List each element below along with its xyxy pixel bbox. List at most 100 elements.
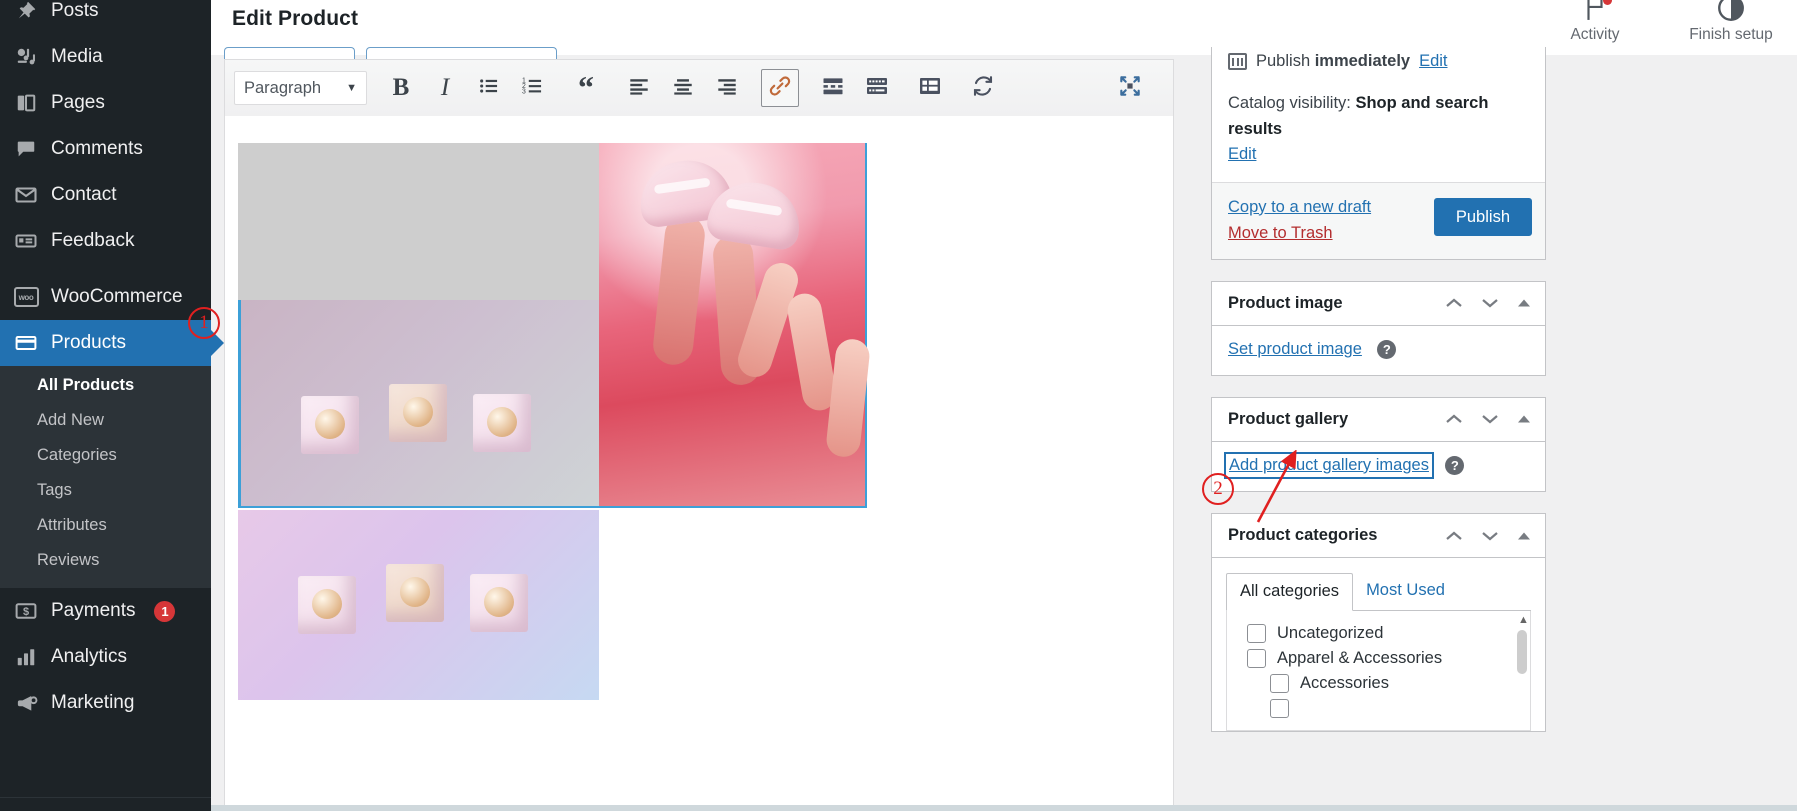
- sidebar-item-all-products[interactable]: All Products: [0, 368, 211, 403]
- sidebar-item-label: Analytics: [51, 646, 128, 667]
- move-down-icon[interactable]: [1480, 529, 1500, 543]
- category-checkbox[interactable]: [1247, 649, 1266, 669]
- sidebar-item-add-new[interactable]: Add New: [0, 403, 211, 438]
- sidebar-item-tags[interactable]: Tags: [0, 473, 211, 508]
- tab-most-used[interactable]: Most Used: [1353, 573, 1458, 611]
- toolbar-toggle-icon: [918, 75, 942, 102]
- category-checkbox[interactable]: [1247, 624, 1266, 644]
- analytics-icon: [13, 644, 39, 670]
- copy-to-new-draft-link[interactable]: Copy to a new draft: [1228, 198, 1371, 217]
- editor-side-column: Publish immediately Edit Catalog visibil…: [1211, 47, 1546, 811]
- insert-link-button[interactable]: [761, 69, 799, 107]
- publish-action-links: Copy to a new draft Move to Trash: [1228, 198, 1371, 243]
- distraction-free-button[interactable]: [1111, 69, 1149, 107]
- sidebar-item-marketing[interactable]: Marketing: [0, 680, 211, 726]
- category-checkbox[interactable]: [1270, 674, 1289, 694]
- cube-shape: [298, 576, 356, 634]
- image-sneakers-pink[interactable]: [599, 143, 872, 508]
- sidebar-item-attributes[interactable]: Attributes: [0, 508, 211, 543]
- toggle-panel-icon[interactable]: [1516, 530, 1532, 542]
- activity-button[interactable]: Activity: [1547, 0, 1643, 44]
- read-more-icon: [821, 75, 845, 102]
- sidebar-item-comments[interactable]: Comments: [0, 126, 211, 172]
- move-down-icon[interactable]: [1480, 296, 1500, 310]
- sidebar-item-feedback[interactable]: Feedback: [0, 218, 211, 264]
- italic-button[interactable]: I: [426, 69, 464, 107]
- wp-admin-screen: Posts Media Pages Comments Contact Feedb…: [0, 0, 1797, 811]
- category-item[interactable]: Accessories: [1227, 671, 1530, 696]
- undo-redo-button[interactable]: [964, 69, 1002, 107]
- sidebar-item-pages[interactable]: Pages: [0, 80, 211, 126]
- finish-setup-button[interactable]: Finish setup: [1683, 0, 1779, 44]
- metabox-controls: [1444, 412, 1532, 426]
- catalog-visibility-edit-link[interactable]: Edit: [1228, 145, 1256, 163]
- product-gallery-title: Product gallery: [1228, 409, 1349, 428]
- sidebar-item-label: Comments: [51, 138, 143, 159]
- move-to-trash-link[interactable]: Move to Trash: [1228, 224, 1371, 243]
- category-item[interactable]: Uncategorized: [1227, 621, 1530, 646]
- category-item-partial[interactable]: [1227, 696, 1530, 721]
- toolbar-toggle-button[interactable]: [911, 69, 949, 107]
- bold-button[interactable]: B: [382, 69, 420, 107]
- align-left-icon: [628, 75, 650, 102]
- publish-schedule-text: Publish immediately: [1256, 52, 1410, 71]
- sidebar-item-categories[interactable]: Categories: [0, 438, 211, 473]
- category-list-scrollbar[interactable]: ▲: [1517, 615, 1529, 726]
- publish-strong: immediately: [1314, 51, 1411, 70]
- image-cubes-lavender[interactable]: [238, 300, 599, 508]
- comment-icon: [13, 136, 39, 162]
- move-up-icon[interactable]: [1444, 296, 1464, 310]
- sidebar-item-reviews[interactable]: Reviews: [0, 543, 211, 578]
- help-icon[interactable]: ?: [1445, 456, 1465, 476]
- sidebar-item-analytics[interactable]: Analytics: [0, 634, 211, 680]
- publish-button[interactable]: Publish: [1433, 197, 1532, 236]
- format-select[interactable]: Paragraph ▼: [234, 71, 367, 105]
- sidebar-item-label: Payments: [51, 600, 136, 621]
- toggle-panel-icon[interactable]: [1516, 297, 1532, 309]
- scrollbar-thumb[interactable]: [1517, 630, 1527, 675]
- scroll-up-arrow-icon[interactable]: ▲: [1518, 615, 1529, 626]
- category-checkbox[interactable]: [1270, 699, 1289, 719]
- page-bottom-scrollbar[interactable]: [211, 805, 1797, 811]
- sidebar-item-contact[interactable]: Contact: [0, 172, 211, 218]
- help-icon[interactable]: ?: [1377, 339, 1397, 359]
- keyboard-shortcuts-button[interactable]: [858, 69, 896, 107]
- align-right-button[interactable]: [708, 69, 746, 107]
- set-product-image-link[interactable]: Set product image: [1228, 340, 1362, 358]
- product-gallery-header: Product gallery: [1212, 398, 1545, 442]
- sidebar-item-label: Posts: [51, 0, 99, 21]
- sidebar-item-payments[interactable]: $ Payments 1: [0, 588, 211, 634]
- category-label: Apparel & Accessories: [1277, 649, 1443, 668]
- link-icon: [768, 74, 792, 103]
- align-center-button[interactable]: [664, 69, 702, 107]
- add-product-gallery-images-link[interactable]: Add product gallery images: [1229, 456, 1429, 474]
- sidebar-item-posts[interactable]: Posts: [0, 0, 211, 34]
- move-up-icon[interactable]: [1444, 529, 1464, 543]
- publish-schedule-edit-link[interactable]: Edit: [1419, 52, 1447, 71]
- sidebar-item-products[interactable]: Products: [0, 320, 211, 366]
- pages-icon: [13, 90, 39, 116]
- tab-all-categories[interactable]: All categories: [1226, 573, 1354, 612]
- image-cubes-gradient[interactable]: [238, 510, 599, 700]
- blockquote-button[interactable]: “: [567, 69, 605, 107]
- sidebar-item-label: Contact: [51, 184, 117, 205]
- sidebar-item-woocommerce[interactable]: woo WooCommerce: [0, 274, 211, 320]
- sidebar-item-media[interactable]: Media: [0, 34, 211, 80]
- align-left-button[interactable]: [620, 69, 658, 107]
- feedback-icon: [13, 228, 39, 254]
- editor-content-area[interactable]: [224, 116, 1174, 811]
- chevron-down-icon: ▼: [346, 82, 357, 94]
- category-item[interactable]: Apparel & Accessories: [1227, 646, 1530, 671]
- publish-prefix: Publish: [1256, 51, 1315, 70]
- move-down-icon[interactable]: [1480, 412, 1500, 426]
- format-select-value: Paragraph: [244, 78, 322, 97]
- read-more-button[interactable]: [814, 69, 852, 107]
- toggle-panel-icon[interactable]: [1516, 413, 1532, 425]
- move-up-icon[interactable]: [1444, 412, 1464, 426]
- topbar-actions: Activity Finish setup: [1547, 0, 1779, 44]
- metabox-controls: [1444, 296, 1532, 310]
- numbered-list-button[interactable]: 123: [514, 69, 552, 107]
- category-checklist[interactable]: Uncategorized Apparel & Accessories Acce…: [1226, 611, 1531, 732]
- progress-circle-icon: [1683, 0, 1779, 25]
- bulleted-list-button[interactable]: [470, 69, 508, 107]
